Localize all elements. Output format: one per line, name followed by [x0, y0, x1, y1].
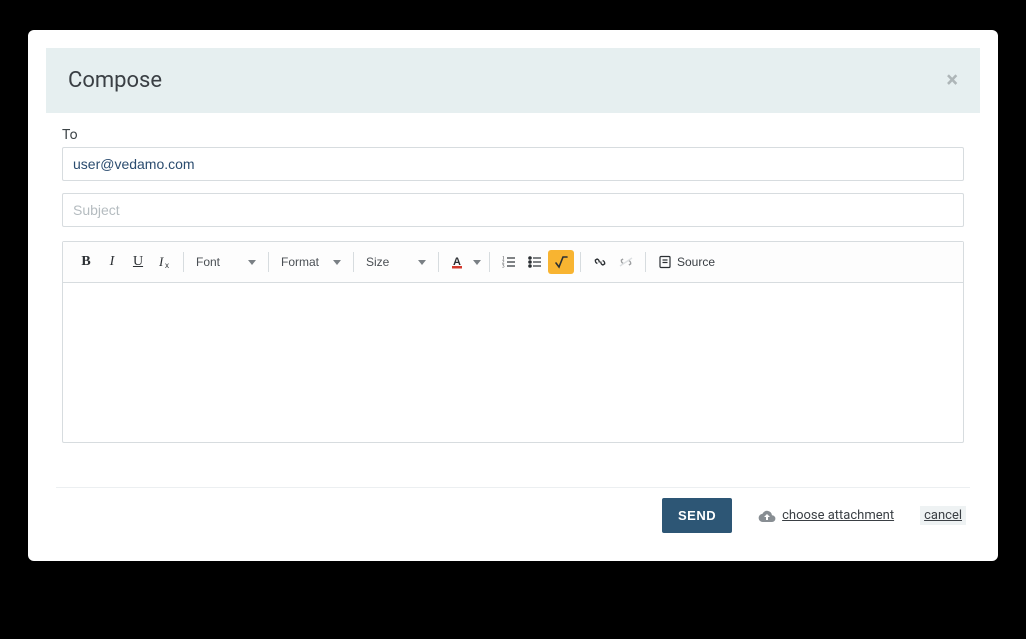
italic-button[interactable]: I — [99, 250, 125, 274]
toolbar-separator — [353, 252, 354, 272]
compose-form: To B I U I x Font — [28, 113, 998, 443]
format-dropdown[interactable]: Format — [275, 251, 347, 273]
remove-format-button[interactable]: I x — [151, 250, 177, 274]
underline-button[interactable]: U — [125, 250, 151, 274]
format-dropdown-label: Format — [281, 255, 319, 269]
cloud-upload-icon — [758, 509, 776, 523]
send-button[interactable]: SEND — [662, 498, 732, 533]
toolbar-separator — [438, 252, 439, 272]
unordered-list-button[interactable] — [522, 250, 548, 274]
to-label: To — [62, 127, 964, 143]
ordered-list-button[interactable]: 1 2 3 — [496, 250, 522, 274]
math-button[interactable] — [548, 250, 574, 274]
font-dropdown-label: Font — [196, 255, 220, 269]
to-field-group: To — [62, 127, 964, 181]
svg-text:I: I — [158, 255, 164, 269]
to-input[interactable] — [62, 147, 964, 181]
unlink-button[interactable] — [613, 250, 639, 274]
caret-icon — [333, 260, 341, 265]
editor-toolbar: B I U I x Font Format — [63, 242, 963, 283]
toolbar-separator — [183, 252, 184, 272]
choose-attachment-label: choose attachment — [782, 508, 894, 523]
compose-dialog: Compose × To B I U I x — [28, 30, 998, 561]
subject-field-group — [62, 193, 964, 227]
source-button-label: Source — [677, 255, 715, 269]
toolbar-separator — [645, 252, 646, 272]
subject-input[interactable] — [62, 193, 964, 227]
toolbar-separator — [580, 252, 581, 272]
dialog-header: Compose × — [46, 48, 980, 113]
bold-button[interactable]: B — [73, 250, 99, 274]
dialog-footer: SEND choose attachment cancel — [28, 488, 998, 533]
text-color-button[interactable]: A — [445, 250, 471, 274]
toolbar-separator — [268, 252, 269, 272]
dialog-title: Compose — [68, 68, 162, 93]
rich-editor: B I U I x Font Format — [62, 241, 964, 443]
caret-icon — [473, 260, 481, 265]
choose-attachment-button[interactable]: choose attachment — [758, 508, 894, 523]
message-body[interactable] — [63, 283, 963, 438]
cancel-button[interactable]: cancel — [920, 506, 966, 525]
svg-text:3: 3 — [502, 265, 505, 270]
source-button[interactable]: Source — [652, 251, 721, 273]
close-icon[interactable]: × — [946, 70, 958, 92]
svg-text:x: x — [165, 261, 169, 269]
size-dropdown-label: Size — [366, 255, 389, 269]
svg-text:A: A — [453, 256, 461, 268]
svg-text:2: 2 — [502, 261, 505, 266]
caret-icon — [248, 260, 256, 265]
link-button[interactable] — [587, 250, 613, 274]
caret-icon — [418, 260, 426, 265]
svg-text:1: 1 — [502, 257, 505, 262]
source-icon — [658, 255, 672, 269]
toolbar-separator — [489, 252, 490, 272]
text-color-caret[interactable] — [471, 260, 483, 265]
size-dropdown[interactable]: Size — [360, 251, 432, 273]
font-dropdown[interactable]: Font — [190, 251, 262, 273]
